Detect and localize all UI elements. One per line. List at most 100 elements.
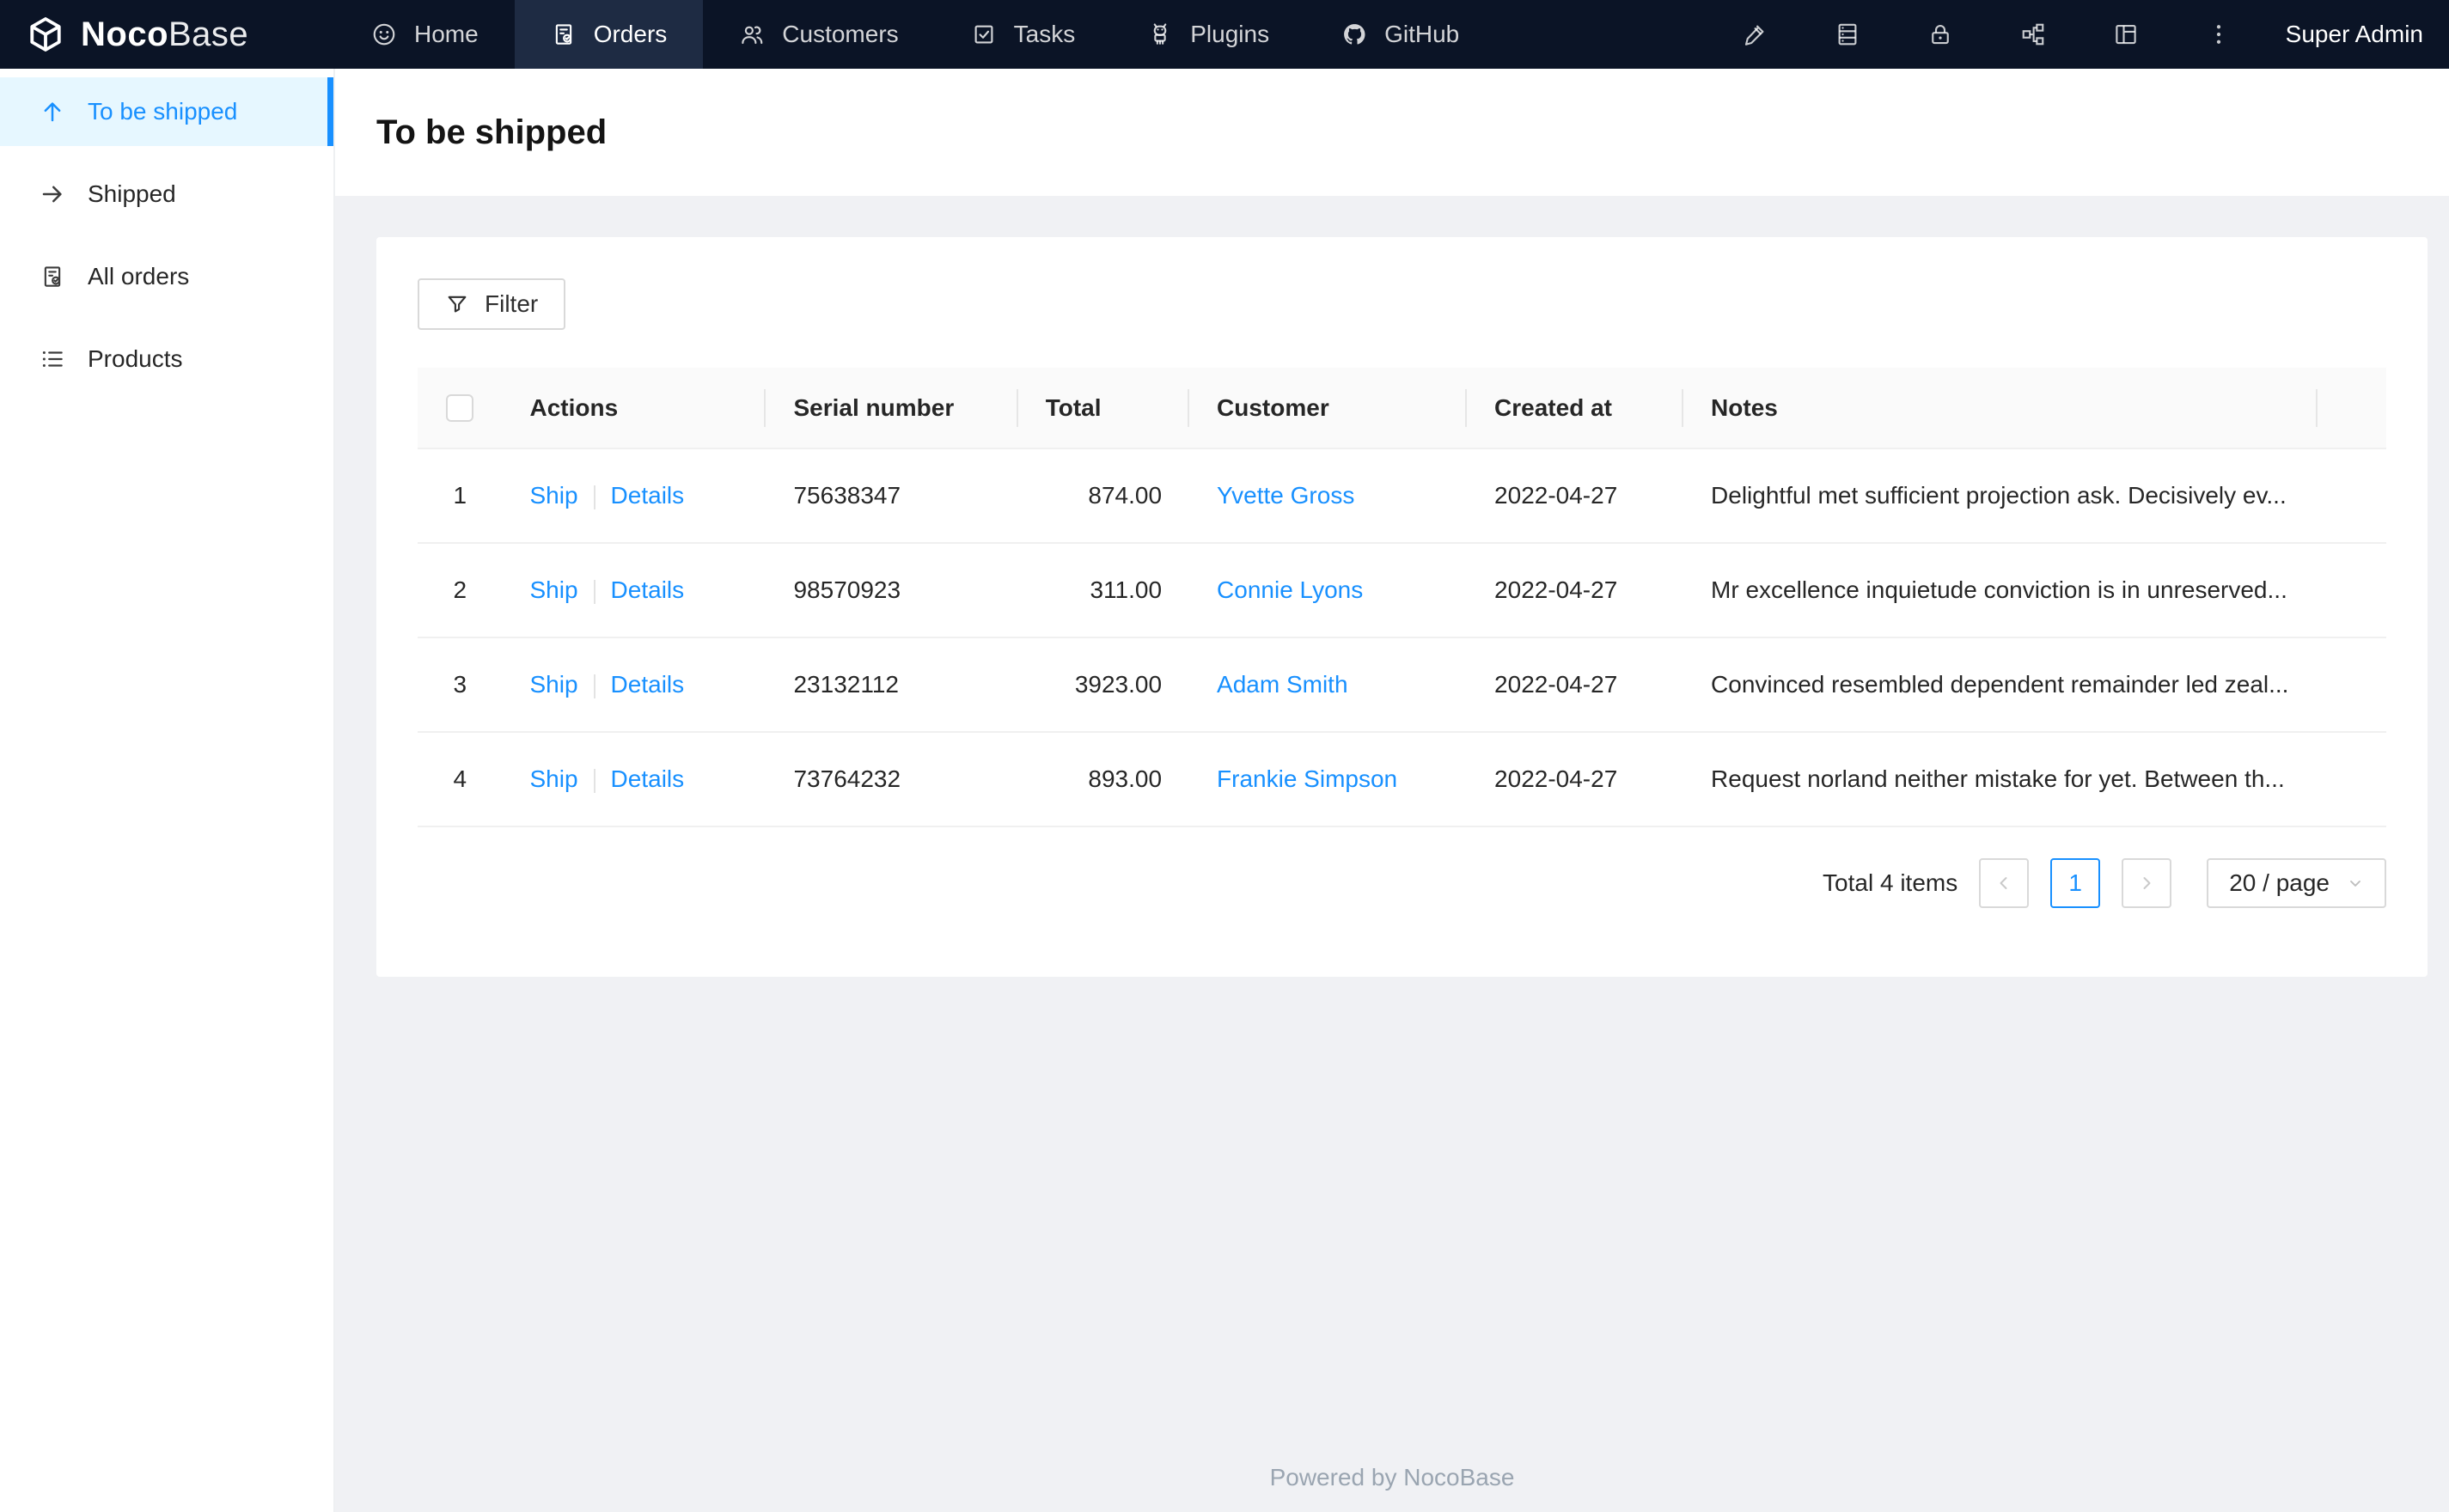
sidebar-item-all-orders[interactable]: All orders bbox=[0, 242, 333, 311]
row-index-cell: 3 bbox=[418, 637, 503, 733]
nav-label: Home bbox=[414, 21, 479, 47]
details-link[interactable]: Details bbox=[611, 482, 685, 509]
customer-link[interactable]: Frankie Simpson bbox=[1217, 765, 1397, 792]
customer-cell: Frankie Simpson bbox=[1189, 732, 1468, 827]
arrow-up-icon bbox=[40, 99, 65, 125]
nav-label: Tasks bbox=[1013, 21, 1076, 47]
tab-home[interactable]: Home bbox=[335, 0, 515, 69]
col-header-notes: Notes bbox=[1683, 368, 2318, 449]
actions-cell: Ship Details bbox=[502, 637, 766, 733]
nav-label: GitHub bbox=[1384, 21, 1460, 47]
tab-customers[interactable]: Customers bbox=[703, 0, 934, 69]
page-1-button[interactable]: 1 bbox=[2050, 858, 2101, 908]
nav-label: Plugins bbox=[1190, 21, 1270, 47]
total-cell: 3923.00 bbox=[1017, 637, 1190, 733]
col-header-serial-number: Serial number bbox=[766, 368, 1018, 449]
pen-icon[interactable] bbox=[1708, 0, 1801, 69]
tab-plugins[interactable]: Plugins bbox=[1111, 0, 1305, 69]
chevron-right-icon bbox=[2136, 873, 2157, 893]
page-footer: Powered by NocoBase bbox=[335, 1450, 2449, 1512]
layout-icon[interactable] bbox=[2080, 0, 2172, 69]
filter-label: Filter bbox=[485, 290, 539, 317]
table-row: 1 Ship Details 75638347 874.00 Yvette Gro… bbox=[418, 448, 2386, 544]
brand-light: Base bbox=[168, 15, 249, 53]
empty-cell bbox=[2317, 732, 2386, 827]
page-header: To be shipped bbox=[335, 69, 2449, 196]
table-header-row: Actions Serial number Total Customer Cre… bbox=[418, 368, 2386, 449]
funnel-icon bbox=[445, 292, 469, 316]
sidebar-item-label: To be shipped bbox=[88, 98, 238, 125]
customer-cell: Connie Lyons bbox=[1189, 543, 1468, 638]
page-size-select[interactable]: 20 / page bbox=[2207, 858, 2386, 908]
tab-github[interactable]: GitHub bbox=[1305, 0, 1495, 69]
details-link[interactable]: Details bbox=[611, 765, 685, 792]
org-chart-icon[interactable] bbox=[1987, 0, 2080, 69]
topbar: NocoBase Home Orders Customers Tasks Plu… bbox=[0, 0, 2449, 69]
table-row: 3 Ship Details 23132112 3923.00 Adam Smit… bbox=[418, 637, 2386, 733]
logo[interactable]: NocoBase bbox=[0, 0, 335, 69]
sidebar-item-label: All orders bbox=[88, 263, 190, 290]
sidebar-item-shipped[interactable]: Shipped bbox=[0, 160, 333, 229]
tab-orders[interactable]: Orders bbox=[514, 0, 704, 69]
action-divider bbox=[593, 674, 595, 698]
order-file-icon bbox=[551, 21, 577, 47]
sidebar-item-products[interactable]: Products bbox=[0, 325, 333, 393]
details-link[interactable]: Details bbox=[611, 671, 685, 698]
filter-button[interactable]: Filter bbox=[418, 278, 566, 330]
customer-link[interactable]: Adam Smith bbox=[1217, 671, 1348, 698]
total-cell: 311.00 bbox=[1017, 543, 1190, 638]
col-header-created-at: Created at bbox=[1467, 368, 1684, 449]
notes-cell: Request norland neither mistake for yet.… bbox=[1683, 732, 2318, 827]
row-index-cell: 2 bbox=[418, 543, 503, 638]
serial-number-cell: 23132112 bbox=[766, 637, 1018, 733]
topbar-actions: Super Admin bbox=[1708, 0, 2449, 69]
ship-link[interactable]: Ship bbox=[530, 671, 578, 698]
table-row: 2 Ship Details 98570923 311.00 Connie Lyo… bbox=[418, 543, 2386, 638]
kebab-menu-icon[interactable] bbox=[2172, 0, 2265, 69]
user-menu[interactable]: Super Admin bbox=[2265, 21, 2449, 48]
lock-icon[interactable] bbox=[1894, 0, 1987, 69]
details-link[interactable]: Details bbox=[611, 576, 685, 603]
customer-link[interactable]: Connie Lyons bbox=[1217, 576, 1363, 603]
list-icon bbox=[40, 346, 65, 372]
check-square-icon bbox=[971, 21, 997, 47]
col-header-actions: Actions bbox=[502, 368, 766, 449]
page-title: To be shipped bbox=[376, 113, 608, 151]
customer-link[interactable]: Yvette Gross bbox=[1217, 482, 1354, 509]
ship-link[interactable]: Ship bbox=[530, 765, 578, 792]
row-index-cell: 4 bbox=[418, 732, 503, 827]
app-window: NocoBase Home Orders Customers Tasks Plu… bbox=[0, 0, 2449, 1512]
brand-text: NocoBase bbox=[81, 15, 248, 54]
database-icon[interactable] bbox=[1801, 0, 1894, 69]
robot-icon bbox=[1147, 21, 1173, 47]
empty-cell bbox=[2317, 543, 2386, 638]
sidebar-item-to-be-shipped[interactable]: To be shipped bbox=[0, 77, 333, 146]
prev-page-button[interactable] bbox=[1979, 858, 2030, 908]
ship-link[interactable]: Ship bbox=[530, 482, 578, 509]
select-all-checkbox[interactable] bbox=[446, 394, 474, 423]
sidebar-item-label: Products bbox=[88, 345, 183, 372]
next-page-button[interactable] bbox=[2122, 858, 2172, 908]
nav-label: Orders bbox=[593, 21, 668, 47]
tab-tasks[interactable]: Tasks bbox=[935, 0, 1112, 69]
empty-cell bbox=[2317, 448, 2386, 544]
body: To be shipped Shipped All orders Product… bbox=[0, 69, 2449, 1512]
orders-card: Filter Actions Serial number Total Custo… bbox=[376, 237, 2428, 977]
smiley-icon bbox=[371, 21, 397, 47]
github-icon bbox=[1341, 21, 1367, 47]
notes-cell: Mr excellence inquietude conviction is i… bbox=[1683, 543, 2318, 638]
arrow-right-icon bbox=[40, 181, 65, 207]
main-area: To be shipped Filter Actions Serial numb… bbox=[335, 69, 2449, 1512]
ship-link[interactable]: Ship bbox=[530, 576, 578, 603]
nav-label: Customers bbox=[782, 21, 899, 47]
chevron-down-icon bbox=[2347, 875, 2364, 892]
pagination: Total 4 items 1 20 / page bbox=[418, 858, 2386, 908]
sidebar-item-label: Shipped bbox=[88, 180, 176, 207]
pagination-total: Total 4 items bbox=[1823, 869, 1958, 896]
actions-cell: Ship Details bbox=[502, 543, 766, 638]
orders-table: Actions Serial number Total Customer Cre… bbox=[418, 368, 2386, 827]
page-size-value: 20 / page bbox=[2229, 869, 2330, 896]
top-nav: Home Orders Customers Tasks Plugins GitH… bbox=[335, 0, 1495, 69]
created-at-cell: 2022-04-27 bbox=[1467, 543, 1684, 638]
